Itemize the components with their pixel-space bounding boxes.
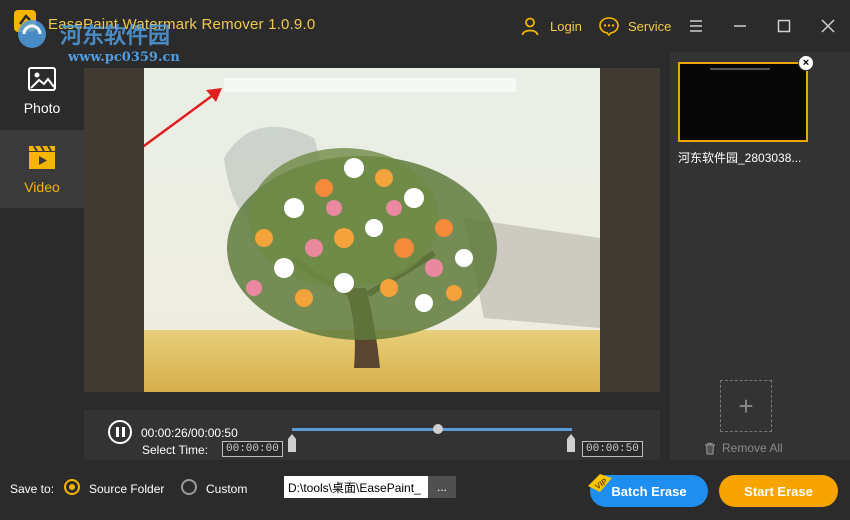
menu-button[interactable] — [686, 16, 706, 36]
start-erase-label: Start Erase — [744, 483, 813, 499]
sidebar-item-label: Photo — [23, 100, 61, 116]
close-icon: × — [802, 56, 810, 69]
browse-button[interactable]: ... — [428, 476, 456, 498]
output-path-field[interactable]: D:\tools\桌面\EasePaint_ — [284, 476, 428, 498]
hamburger-menu-icon — [690, 20, 702, 32]
start-erase-button[interactable]: Start Erase — [719, 475, 838, 507]
video-frame-image — [144, 68, 600, 392]
watermark-overlay-url: www.pc0359.cn — [68, 50, 180, 65]
minimize-button[interactable] — [730, 16, 750, 36]
image-icon — [28, 67, 56, 91]
remove-all-button[interactable]: Remove All — [704, 441, 783, 455]
app-window: EasePaint Watermark Remover 1.0.9.0 河东软件… — [0, 0, 850, 520]
remove-file-button[interactable]: × — [798, 55, 814, 71]
pause-icon-bar — [121, 427, 125, 437]
close-icon — [821, 19, 835, 33]
pause-button[interactable] — [108, 420, 132, 444]
file-name: 河东软件园_2803038... — [678, 151, 802, 165]
video-clapper-icon — [29, 145, 55, 169]
remove-all-label: Remove All — [722, 441, 783, 455]
file-list-panel: × 河东软件园_2803038... + Remove All — [670, 52, 850, 460]
maximize-icon — [777, 19, 791, 33]
vip-badge-icon: VIP — [588, 474, 612, 492]
end-time-field[interactable]: 00:00:50 — [582, 441, 643, 457]
custom-label: Custom — [206, 482, 248, 496]
playhead-knob[interactable] — [432, 424, 443, 434]
current-time: 00:00:26/00:00:50 — [141, 426, 238, 440]
maximize-button[interactable] — [774, 16, 794, 36]
video-frame — [144, 68, 600, 392]
minimize-icon — [734, 25, 746, 27]
preview-border-left — [84, 68, 144, 392]
bottom-bar: Save to: Source Folder Custom D:\tools\桌… — [0, 460, 850, 520]
pause-icon-bar — [115, 427, 119, 437]
trash-icon — [705, 442, 715, 455]
login-button[interactable]: Login — [520, 16, 582, 36]
save-to-label: Save to: — [10, 482, 55, 496]
custom-radio[interactable] — [181, 479, 197, 495]
service-button[interactable]: Service — [598, 16, 671, 36]
range-start-handle[interactable] — [288, 434, 296, 452]
video-preview[interactable] — [84, 68, 660, 392]
plus-icon: + — [738, 390, 754, 421]
range-end-handle[interactable] — [567, 434, 575, 452]
preview-border-right — [600, 68, 660, 392]
service-label: Service — [628, 18, 672, 34]
user-icon — [521, 17, 539, 36]
add-file-button[interactable]: + — [720, 380, 772, 432]
watermark-overlay-text: 河东软件园 — [60, 23, 171, 49]
select-time-label: Select Time: — [142, 443, 209, 457]
timeline-bar: 00:00:26/00:00:50 Select Time: 00:00:00 … — [84, 410, 660, 460]
title-bar: EasePaint Watermark Remover 1.0.9.0 河东软件… — [0, 0, 850, 52]
source-folder-label: Source Folder — [89, 482, 165, 496]
mode-sidebar: Photo Video — [0, 52, 84, 460]
close-button[interactable] — [818, 16, 838, 36]
sidebar-item-label: Video — [24, 179, 60, 195]
login-label: Login — [550, 18, 582, 34]
thumbnail-image — [680, 64, 806, 140]
source-folder-radio[interactable] — [64, 479, 80, 495]
chat-bubble-icon — [599, 17, 619, 36]
start-time-field[interactable]: 00:00:00 — [222, 441, 283, 457]
sidebar-item-video[interactable]: Video — [0, 130, 84, 208]
file-thumbnail[interactable] — [678, 62, 808, 142]
batch-erase-label: Batch Erase — [611, 483, 687, 499]
